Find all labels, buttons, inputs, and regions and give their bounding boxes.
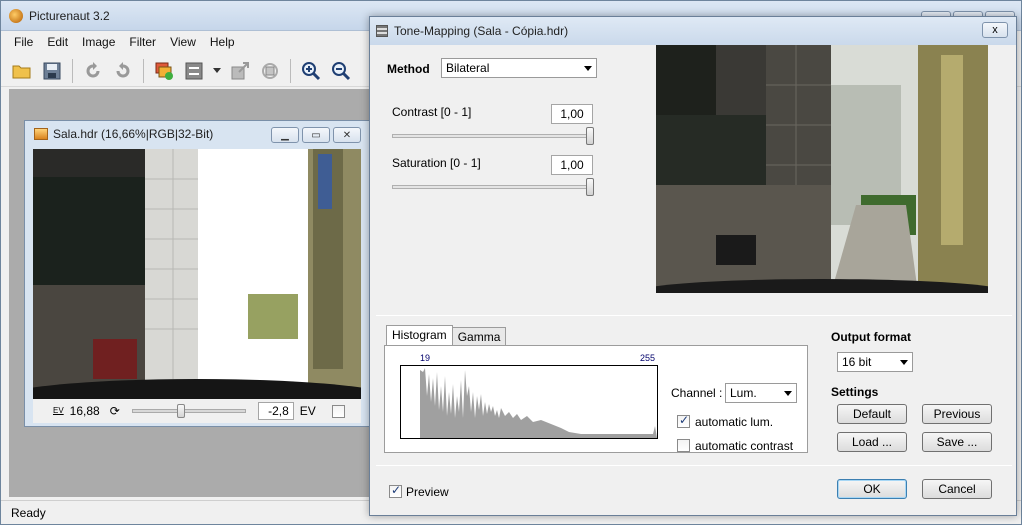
auto-lum-label: automatic lum.: [695, 415, 774, 429]
tab-gamma[interactable]: Gamma: [451, 327, 507, 346]
saturation-slider[interactable]: [392, 178, 594, 196]
output-format-value: 16 bit: [842, 355, 872, 369]
image-option-checkbox[interactable]: [331, 404, 345, 418]
output-format-select[interactable]: 16 bit: [837, 352, 913, 372]
contrast-input[interactable]: 1,00: [551, 104, 593, 124]
tab-histogram[interactable]: Histogram: [386, 325, 453, 346]
tone-mapping-dialog: Tone-Mapping (Sala - Cópia.hdr) x Method…: [369, 16, 1017, 516]
merge-hdr-icon[interactable]: [151, 58, 177, 84]
exposure-slider-thumb[interactable]: [176, 404, 185, 418]
chevron-down-icon: [784, 391, 792, 396]
cancel-button[interactable]: Cancel: [922, 479, 992, 499]
channel-label: Channel :: [671, 386, 723, 400]
ev-icon: EV: [53, 406, 64, 415]
toolbar-separator: [143, 58, 144, 83]
image-window-controls: ▁ ▭ ✕: [271, 127, 361, 143]
menu-help[interactable]: Help: [203, 35, 242, 49]
histogram-chart: [400, 365, 658, 439]
preview-checkbox[interactable]: [389, 483, 402, 498]
ev-value: 16,88: [69, 404, 100, 418]
minimize-button[interactable]: ▁: [271, 127, 299, 143]
dialog-bottom-divider: [376, 465, 1012, 466]
contrast-slider[interactable]: [392, 127, 594, 145]
histogram-graph: [420, 368, 657, 438]
channel-value: Lum.: [730, 386, 757, 400]
exposure-slider[interactable]: [131, 404, 246, 418]
histogram-min-label: 19: [420, 353, 431, 363]
method-label: Method: [387, 62, 430, 76]
menu-file[interactable]: File: [7, 35, 40, 49]
restore-button[interactable]: ▭: [302, 127, 330, 143]
tone-mapped-preview: [656, 45, 988, 293]
previous-button[interactable]: Previous: [922, 404, 992, 424]
channel-select[interactable]: Lum.: [725, 383, 797, 403]
app-logo-icon: [9, 8, 23, 23]
zoom-out-icon[interactable]: [328, 58, 354, 84]
chevron-down-icon: [584, 66, 592, 71]
image-window: Sala.hdr (16,66%|RGB|32-Bit) ▁ ▭ ✕ EV 16…: [24, 120, 370, 427]
saturation-label: Saturation [0 - 1]: [392, 156, 481, 170]
hdr-image-canvas[interactable]: [33, 149, 361, 399]
dialog-divider: [376, 315, 1012, 316]
load-button[interactable]: Load ...: [837, 432, 907, 452]
preview-photo-illustration: [656, 45, 988, 293]
transform-icon[interactable]: [257, 58, 283, 84]
saturation-input[interactable]: 1,00: [551, 155, 593, 175]
auto-contrast-checkbox[interactable]: [677, 439, 690, 452]
exposure-reset-icon[interactable]: ⟳: [110, 404, 120, 418]
open-folder-icon[interactable]: [9, 58, 35, 84]
app-title: Picturenaut 3.2: [29, 8, 110, 23]
image-file-icon: [34, 128, 48, 140]
zoom-in-icon[interactable]: [298, 58, 324, 84]
dialog-close-button[interactable]: x: [982, 22, 1008, 38]
adjust-icon[interactable]: [181, 58, 207, 84]
resize-icon[interactable]: [227, 58, 253, 84]
histogram-max-label: 255: [640, 353, 656, 363]
dialog-icon: [376, 25, 388, 37]
save-icon[interactable]: [39, 58, 65, 84]
close-button[interactable]: ✕: [333, 127, 361, 143]
menu-image[interactable]: Image: [75, 35, 122, 49]
close-icon: x: [992, 24, 998, 36]
exposure-unit: EV: [299, 404, 316, 418]
menu-view[interactable]: View: [163, 35, 203, 49]
ok-button[interactable]: OK: [837, 479, 907, 499]
preview-label: Preview: [406, 485, 449, 499]
dialog-title: Tone-Mapping (Sala - Cópia.hdr): [394, 24, 569, 38]
dropdown-arrow-icon[interactable]: [211, 58, 223, 84]
menu-edit[interactable]: Edit: [40, 35, 75, 49]
auto-lum-checkbox[interactable]: [677, 413, 690, 428]
settings-label: Settings: [831, 385, 879, 399]
histogram-tabs: Histogram Gamma: [386, 325, 507, 346]
saturation-slider-thumb[interactable]: [586, 178, 594, 196]
contrast-label: Contrast [0 - 1]: [392, 105, 472, 119]
exposure-input[interactable]: -2,8: [257, 402, 294, 420]
save-button[interactable]: Save ...: [922, 432, 992, 452]
hdr-photo-illustration: [33, 149, 361, 399]
dialog-titlebar[interactable]: Tone-Mapping (Sala - Cópia.hdr): [370, 17, 1016, 45]
toolbar-separator: [72, 58, 73, 83]
status-text: Ready: [11, 505, 46, 520]
auto-contrast-label: automatic contrast: [695, 439, 794, 453]
chevron-down-icon: [900, 360, 908, 365]
default-button[interactable]: Default: [837, 404, 907, 424]
toolbar-separator: [290, 58, 291, 83]
method-select[interactable]: Bilateral: [441, 58, 597, 78]
output-format-label: Output format: [831, 330, 911, 344]
histogram-panel: 19 255 Channel : Lum. automatic lum. aut…: [384, 345, 808, 453]
method-value: Bilateral: [446, 61, 490, 75]
rotate-left-icon[interactable]: [80, 58, 106, 84]
image-window-statusbar: EV 16,88 ⟳ -2,8 EV: [33, 399, 361, 423]
rotate-right-icon[interactable]: [110, 58, 136, 84]
image-window-title: Sala.hdr (16,66%|RGB|32-Bit): [53, 127, 214, 141]
contrast-slider-thumb[interactable]: [586, 127, 594, 145]
menu-filter[interactable]: Filter: [122, 35, 163, 49]
